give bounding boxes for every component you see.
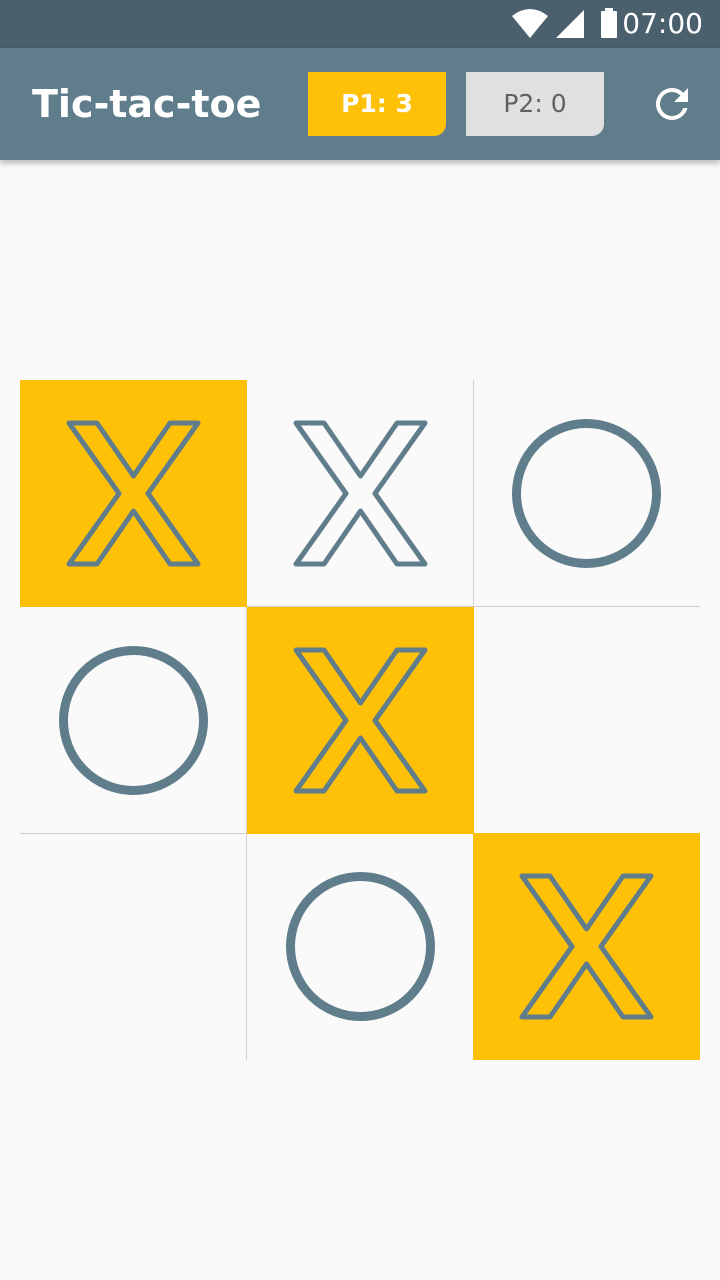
o-mark-icon <box>286 872 435 1021</box>
board-cell[interactable] <box>247 380 474 607</box>
x-mark-icon <box>293 647 428 794</box>
board-cell[interactable] <box>20 380 247 607</box>
board-cell[interactable] <box>473 833 700 1060</box>
x-mark-icon <box>66 420 201 567</box>
wifi-icon <box>512 9 548 38</box>
board-cell[interactable] <box>247 833 474 1060</box>
refresh-icon[interactable] <box>648 80 696 128</box>
player2-score-chip[interactable]: P2: 0 <box>466 72 604 136</box>
board-cell[interactable] <box>247 607 474 834</box>
board-cell[interactable] <box>20 607 247 834</box>
app-title: Tic-tac-toe <box>32 82 262 126</box>
cell-signal-icon <box>556 10 584 38</box>
board-cell[interactable] <box>473 607 700 834</box>
x-mark-icon <box>519 873 654 1020</box>
player1-score-chip[interactable]: P1: 3 <box>308 72 446 136</box>
o-mark-icon <box>512 419 661 568</box>
status-bar: 07:00 <box>0 0 720 48</box>
game-board <box>20 380 700 1060</box>
status-time: 07:00 <box>622 7 703 40</box>
o-mark-icon <box>59 646 208 795</box>
app-bar: Tic-tac-toe P1: 3 P2: 0 <box>0 48 720 160</box>
battery-icon <box>601 8 617 38</box>
board-cell[interactable] <box>473 380 700 607</box>
x-mark-icon <box>293 420 428 567</box>
board-cell[interactable] <box>20 833 247 1060</box>
